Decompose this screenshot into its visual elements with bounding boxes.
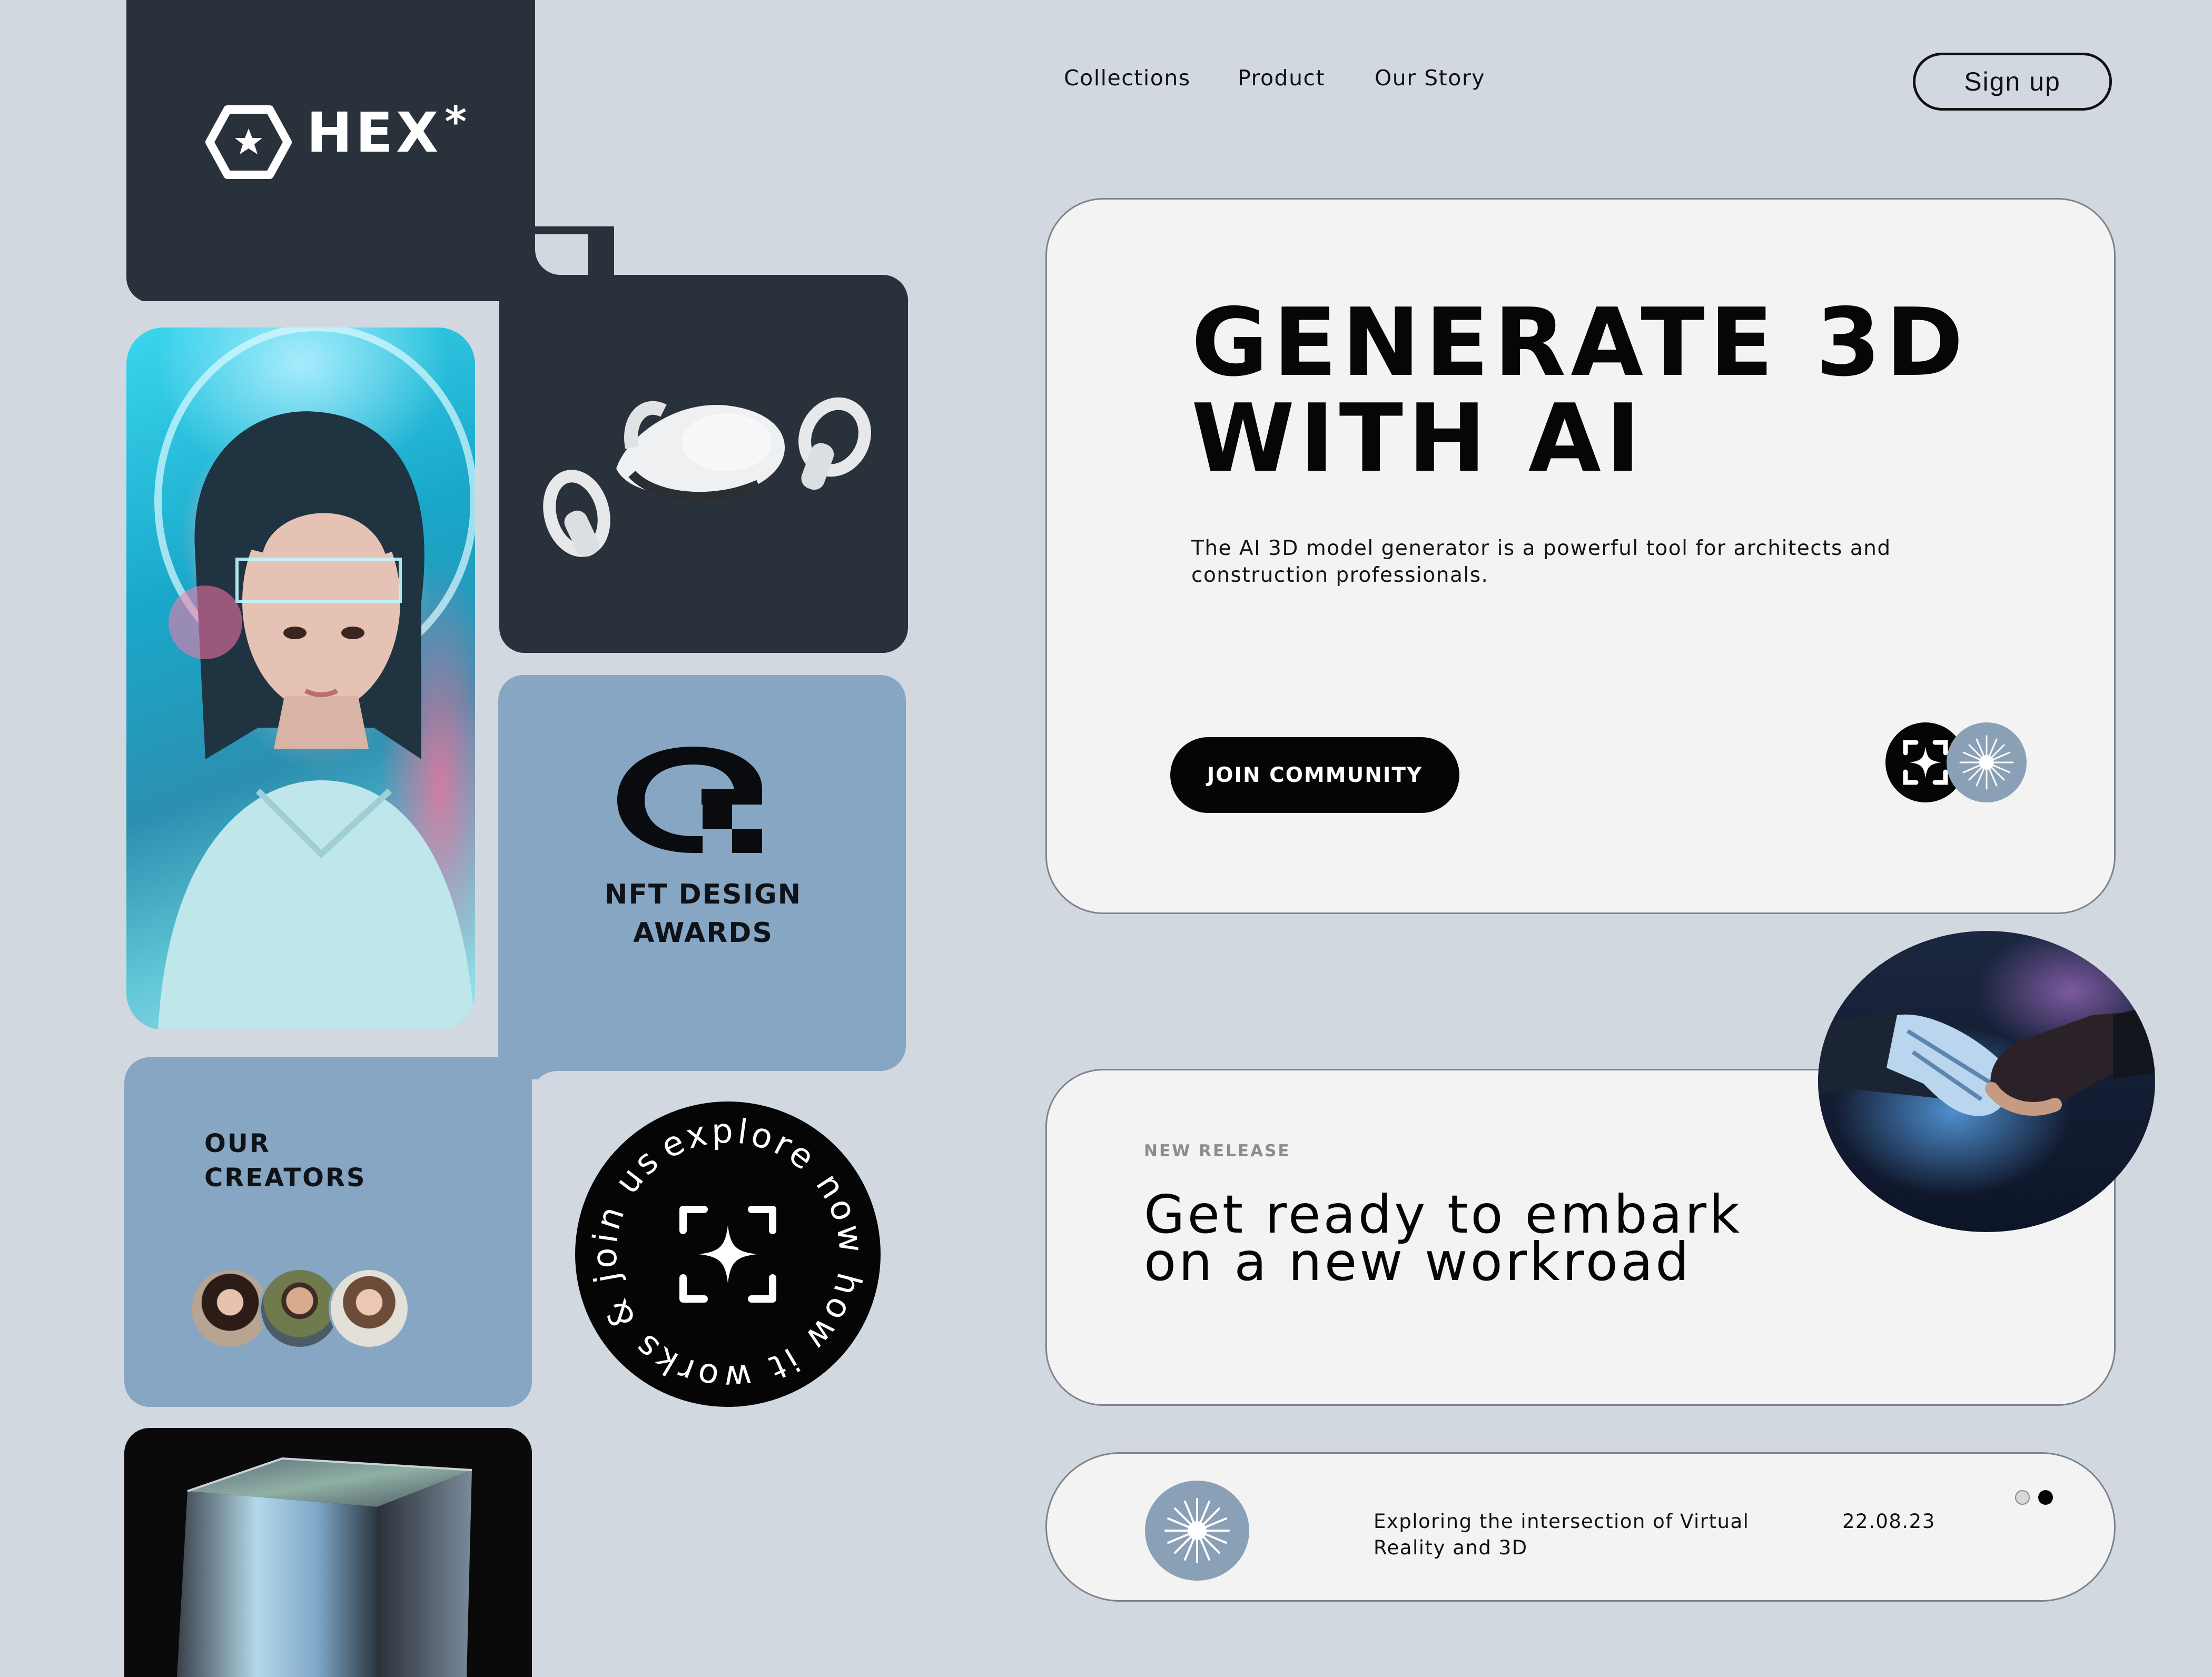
creator-avatar-2[interactable] [259,1268,340,1349]
brand-asterisk: * [445,97,470,146]
hero-icon-pair [1885,722,2027,802]
starburst-icon [1947,722,2027,802]
release-eyebrow: NEW RELEASE [1144,1142,1291,1160]
starburst-news-icon [1145,1481,1249,1581]
release-title: Get ready to embark on a new workroad [1144,1184,1743,1293]
creator-avatars[interactable] [190,1268,432,1352]
news-text[interactable]: Exploring the intersection of Virtual Re… [1374,1509,1753,1561]
nav-link-our-story[interactable]: Our Story [1375,67,1485,89]
hexagon-star-logo-icon [205,105,292,179]
creators-label: OUR CREATORS [204,1129,367,1193]
portrait-figure [154,328,475,1030]
join-community-button[interactable]: JOIN COMMUNITY [1170,737,1459,813]
vr-headset-icon [543,397,871,557]
creator-avatar-3[interactable] [329,1268,410,1349]
portrait-image [126,328,475,1030]
nft-awards-label: NFT DESIGN AWARDS [604,879,802,949]
creator-avatar-1[interactable] [190,1268,271,1349]
handshake-image [1818,931,2155,1232]
focus-sparkle-icon [679,1206,776,1303]
glass-cube-panel [124,1428,532,1677]
handshake-figure [1818,1005,2155,1116]
creators-panel[interactable] [124,1057,532,1407]
nft-award-logo-icon [617,747,762,853]
brand-name-text: HEX [307,101,442,165]
news-thumbnail [1145,1481,1249,1581]
explore-badge[interactable]: explore now how it works & join us [531,1058,924,1451]
nav-link-product[interactable]: Product [1238,67,1325,89]
nav-link-collections[interactable]: Collections [1064,67,1191,89]
brand-logo[interactable] [205,105,292,179]
nft-awards-panel[interactable] [498,675,906,1071]
brand-name: HEX* [307,101,470,161]
hero-description: The AI 3D model generator is a powerful … [1191,537,1891,587]
pagination-dot-1[interactable] [2015,1490,2030,1505]
news-date: 22.08.23 [1842,1510,1935,1533]
vr-headset-image [537,379,874,563]
nft-award-logo [617,747,762,853]
logo-panel-extension [474,0,535,274]
hero-title: GENERATE 3D WITH AI [1191,288,1968,493]
sign-up-button[interactable]: Sign up [1913,53,2112,111]
pagination-dots [2015,1490,2057,1507]
pagination-dot-2[interactable] [2038,1490,2053,1505]
glass-cube-image [177,1457,472,1677]
